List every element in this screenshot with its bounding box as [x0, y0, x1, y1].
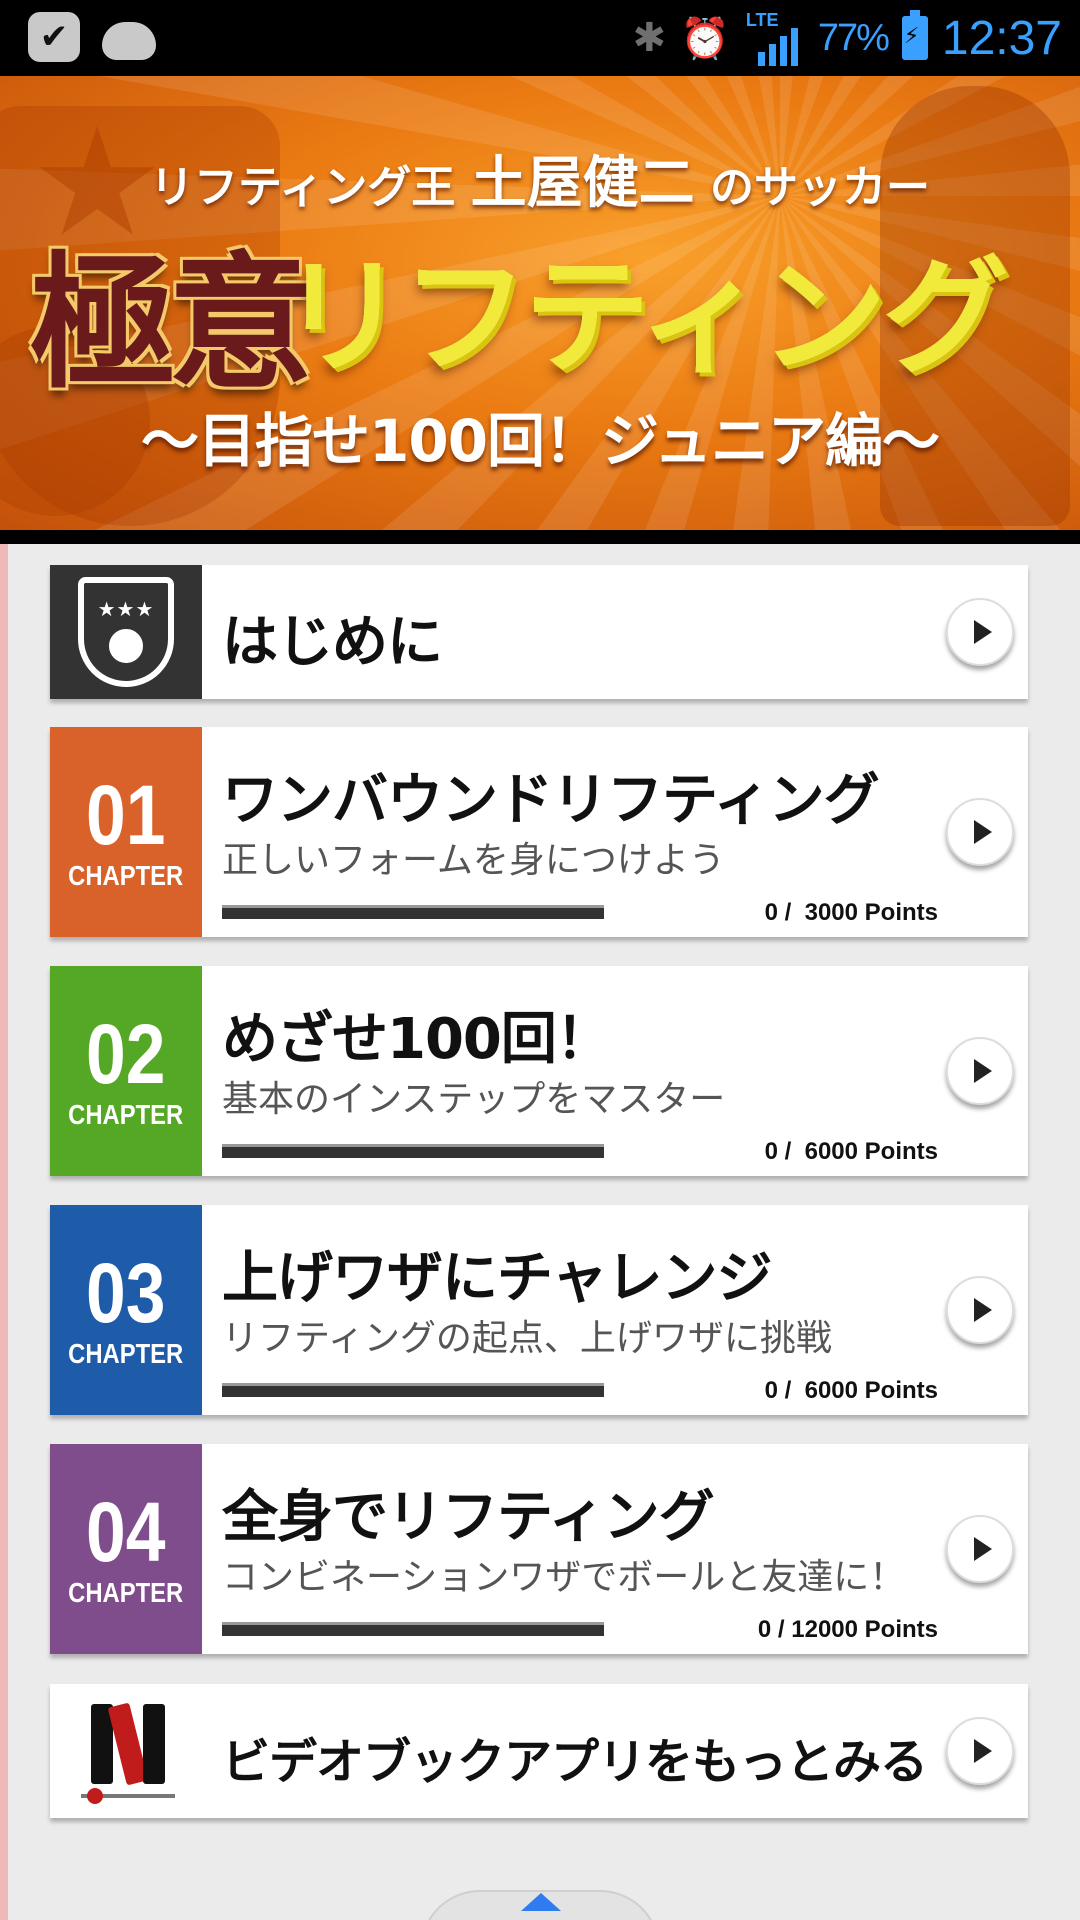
- chapter-badge: 03 CHAPTER: [50, 1205, 202, 1415]
- points-counter: 0 / 3000 Points: [764, 899, 938, 926]
- status-bar: ✔ ✱ ⏰ LTE 77% 12:37: [0, 0, 1080, 76]
- left-edge-line: [0, 544, 8, 1920]
- play-icon: [974, 820, 992, 844]
- intro-badge: ★★★: [50, 565, 202, 699]
- chapter-badge: 04 CHAPTER: [50, 1444, 202, 1654]
- battery-percent: 77%: [817, 16, 890, 59]
- chapter-number: 01: [86, 768, 166, 862]
- play-icon: [974, 1059, 992, 1083]
- battery-icon: [901, 10, 928, 60]
- play-button[interactable]: [946, 1276, 1014, 1344]
- banner-subtitle-bottom: 〜目指せ100回！ジュニア編〜: [140, 407, 940, 475]
- chapter-description: 正しいフォームを身につけよう: [222, 840, 725, 881]
- play-button[interactable]: [946, 598, 1014, 666]
- android-notification-icon: [102, 22, 156, 60]
- chapter-description: コンビネーションワザでボールと友達に！: [222, 1557, 906, 1598]
- more-apps-card[interactable]: ビデオブックアプリをもっとみる: [50, 1684, 1028, 1818]
- play-button[interactable]: [946, 798, 1014, 866]
- intro-card[interactable]: ★★★ はじめに: [50, 565, 1028, 699]
- chapter-label: CHAPTER: [68, 1338, 184, 1369]
- bluetooth-icon: ✱: [632, 15, 666, 61]
- chapter-description: 基本のインステップをマスター: [222, 1079, 726, 1120]
- chapter-card-03[interactable]: 03 CHAPTER 上げワザにチャレンジ リフティングの起点、上げワザに挑戦 …: [50, 1205, 1028, 1415]
- points-counter: 0 / 6000 Points: [764, 1138, 938, 1165]
- chapter-title: ワンバウンドリフティング: [222, 768, 880, 833]
- banner-title: 極意 リフティング: [30, 206, 1070, 409]
- chapter-card-02[interactable]: 02 CHAPTER めざせ100回！ 基本のインステップをマスター 0 / 6…: [50, 966, 1028, 1176]
- chapter-title: 上げワザにチャレンジ: [222, 1246, 772, 1311]
- videobook-logo: [50, 1684, 202, 1818]
- play-icon: [974, 1537, 992, 1561]
- clock: 12:37: [941, 11, 1062, 65]
- play-button[interactable]: [946, 1717, 1014, 1785]
- banner-title-kanji: 極意: [30, 238, 314, 409]
- chapter-number: 02: [86, 1007, 166, 1101]
- arrow-up-icon[interactable]: [521, 1893, 561, 1911]
- chapter-description: リフティングの起点、上げワザに挑戦: [222, 1318, 832, 1359]
- alarm-icon: ⏰: [680, 15, 730, 62]
- chapter-title: 全身でリフティング: [222, 1485, 715, 1550]
- banner-divider: [0, 530, 1080, 544]
- more-apps-title: ビデオブックアプリをもっとみる: [222, 1734, 928, 1790]
- chapter-badge: 02 CHAPTER: [50, 966, 202, 1176]
- play-button[interactable]: [946, 1037, 1014, 1105]
- progress-bar: [222, 1144, 604, 1158]
- videobook-icon: [71, 1696, 181, 1806]
- app-banner: ★ リフティング王 土屋健二 のサッカー 極意 リフティング 〜目指せ100回！…: [0, 76, 1080, 530]
- chapter-number: 04: [86, 1485, 166, 1579]
- chapter-badge: 01 CHAPTER: [50, 727, 202, 937]
- chapter-label: CHAPTER: [68, 1577, 184, 1608]
- chapter-title: めざせ100回！: [222, 1007, 612, 1072]
- progress-bar: [222, 905, 604, 919]
- chapter-card-04[interactable]: 04 CHAPTER 全身でリフティング コンビネーションワザでボールと友達に！…: [50, 1444, 1028, 1654]
- play-button[interactable]: [946, 1515, 1014, 1583]
- chapter-label: CHAPTER: [68, 860, 184, 891]
- signal-icon: LTE: [744, 10, 804, 66]
- emblem-icon: ★★★: [78, 577, 174, 687]
- check-notification-icon: ✔: [28, 12, 80, 62]
- play-icon: [974, 620, 992, 644]
- play-icon: [974, 1298, 992, 1322]
- chapter-card-01[interactable]: 01 CHAPTER ワンバウンドリフティング 正しいフォームを身につけよう 0…: [50, 727, 1028, 937]
- intro-title: はじめに: [222, 610, 443, 675]
- points-counter: 0 / 6000 Points: [764, 1377, 938, 1404]
- points-counter: 0 / 12000 Points: [757, 1616, 938, 1643]
- progress-bar: [222, 1622, 604, 1636]
- chapter-number: 03: [86, 1246, 166, 1340]
- chapter-label: CHAPTER: [68, 1099, 184, 1130]
- banner-title-katakana: リフティング: [280, 244, 1008, 391]
- play-icon: [974, 1739, 992, 1763]
- progress-bar: [222, 1383, 604, 1397]
